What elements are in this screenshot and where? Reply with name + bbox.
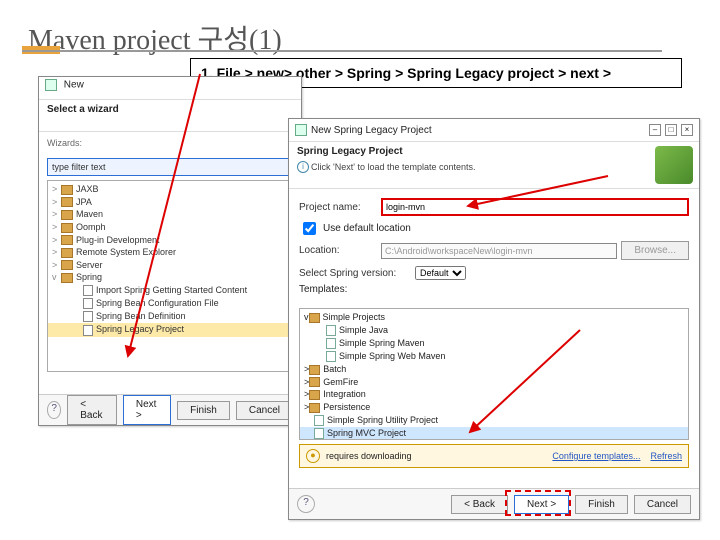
wizard-icon [295, 124, 307, 136]
help-icon[interactable]: ? [47, 401, 61, 419]
spring-icon [655, 146, 693, 184]
dialog-titlebar[interactable]: New Spring Legacy Project – □ × [289, 119, 699, 142]
window-controls: – □ × [649, 124, 693, 136]
template-item[interactable]: Simple Spring Web Maven [300, 350, 688, 363]
tree-item[interactable]: vSpring [48, 271, 292, 284]
spring-legacy-dialog: New Spring Legacy Project – □ × Spring L… [288, 118, 700, 520]
wizard-header: Select a wizard [39, 100, 301, 117]
use-default-label: Use default location [323, 223, 411, 234]
location-input [381, 243, 617, 259]
templates-tree[interactable]: vSimple ProjectsSimple JavaSimple Spring… [299, 308, 689, 440]
back-button[interactable]: < Back [67, 395, 117, 425]
minimize-icon[interactable]: – [649, 124, 661, 136]
template-item[interactable]: vSimple Projects [300, 311, 688, 324]
page-title: Maven project 구성(1) [28, 18, 282, 58]
button-row: ? < Back Next > Finish Cancel [39, 394, 301, 425]
project-name-input[interactable] [381, 198, 689, 216]
tree-item[interactable]: >Plug-in Development [48, 234, 292, 247]
configure-templates-link[interactable]: Configure templates... [552, 451, 640, 461]
info-icon: i [297, 161, 309, 173]
spring-version-select[interactable]: Default [415, 266, 466, 280]
banner: Spring Legacy Project i Click 'Next' to … [289, 142, 699, 189]
button-row: ? < Back Next > Finish Cancel [289, 488, 699, 519]
close-icon[interactable]: × [681, 124, 693, 136]
template-item[interactable]: Simple Spring Utility Project [300, 414, 688, 427]
back-button[interactable]: < Back [451, 495, 508, 514]
help-icon[interactable]: ? [297, 495, 315, 513]
use-default-checkbox[interactable] [303, 222, 316, 235]
project-name-label: Project name: [299, 202, 377, 213]
dialog-title: New [64, 80, 84, 91]
template-item[interactable]: >Integration [300, 388, 688, 401]
wizards-label: Wizards: [39, 138, 301, 154]
browse-button: Browse... [621, 241, 689, 260]
tree-item[interactable]: >Server [48, 259, 292, 272]
template-item[interactable]: >Persistence [300, 401, 688, 414]
finish-button[interactable]: Finish [177, 401, 230, 420]
red-highlight-next [505, 490, 571, 516]
tree-item[interactable]: Spring Bean Configuration File [48, 297, 292, 310]
warn-icon: ● [306, 449, 320, 463]
template-item[interactable]: >GemFire [300, 376, 688, 389]
refresh-link[interactable]: Refresh [650, 451, 682, 461]
tree-item[interactable]: Import Spring Getting Started Content [48, 284, 292, 297]
new-wizard-dialog: New Select a wizard Wizards: type filter… [38, 76, 302, 426]
tree-item[interactable]: >Oomph [48, 221, 292, 234]
template-item[interactable]: Spring MVC Project [300, 427, 688, 440]
template-item[interactable]: Simple Java [300, 324, 688, 337]
dialog-title: New Spring Legacy Project [311, 125, 432, 136]
tree-item[interactable]: Spring Legacy Project [48, 323, 292, 336]
cancel-button[interactable]: Cancel [236, 401, 293, 420]
spring-version-label: Select Spring version: [299, 268, 411, 279]
requires-download-label: requires downloading [326, 451, 412, 461]
tree-item[interactable]: >Maven [48, 208, 292, 221]
tree-item[interactable]: >JAXB [48, 183, 292, 196]
title-underline [22, 50, 662, 52]
filter-input[interactable]: type filter text [47, 158, 293, 176]
wizard-tree[interactable]: >JAXB>JPA>Maven>Oomph>Plug-in Developmen… [47, 180, 293, 372]
banner-subtitle: Click 'Next' to load the template conten… [311, 162, 476, 172]
requires-download-bar: ● requires downloading Configure templat… [299, 444, 689, 468]
location-label: Location: [299, 245, 377, 256]
template-item[interactable]: Simple Spring Maven [300, 337, 688, 350]
form-area: Project name: Use default location Locat… [289, 189, 699, 304]
slide: Maven project 구성(1) 1. File > new> other… [0, 0, 720, 540]
templates-label: Templates: [299, 284, 347, 295]
tree-item[interactable]: >JPA [48, 196, 292, 209]
finish-button[interactable]: Finish [575, 495, 628, 514]
cancel-button[interactable]: Cancel [634, 495, 691, 514]
tree-item[interactable]: Spring Bean Definition [48, 310, 292, 323]
wizard-icon [45, 79, 57, 91]
next-button[interactable]: Next > [123, 395, 171, 425]
template-item[interactable]: >Batch [300, 363, 688, 376]
maximize-icon[interactable]: □ [665, 124, 677, 136]
dialog-titlebar[interactable]: New [39, 77, 301, 100]
banner-title: Spring Legacy Project [297, 146, 403, 157]
tree-item[interactable]: >Remote System Explorer [48, 246, 292, 259]
